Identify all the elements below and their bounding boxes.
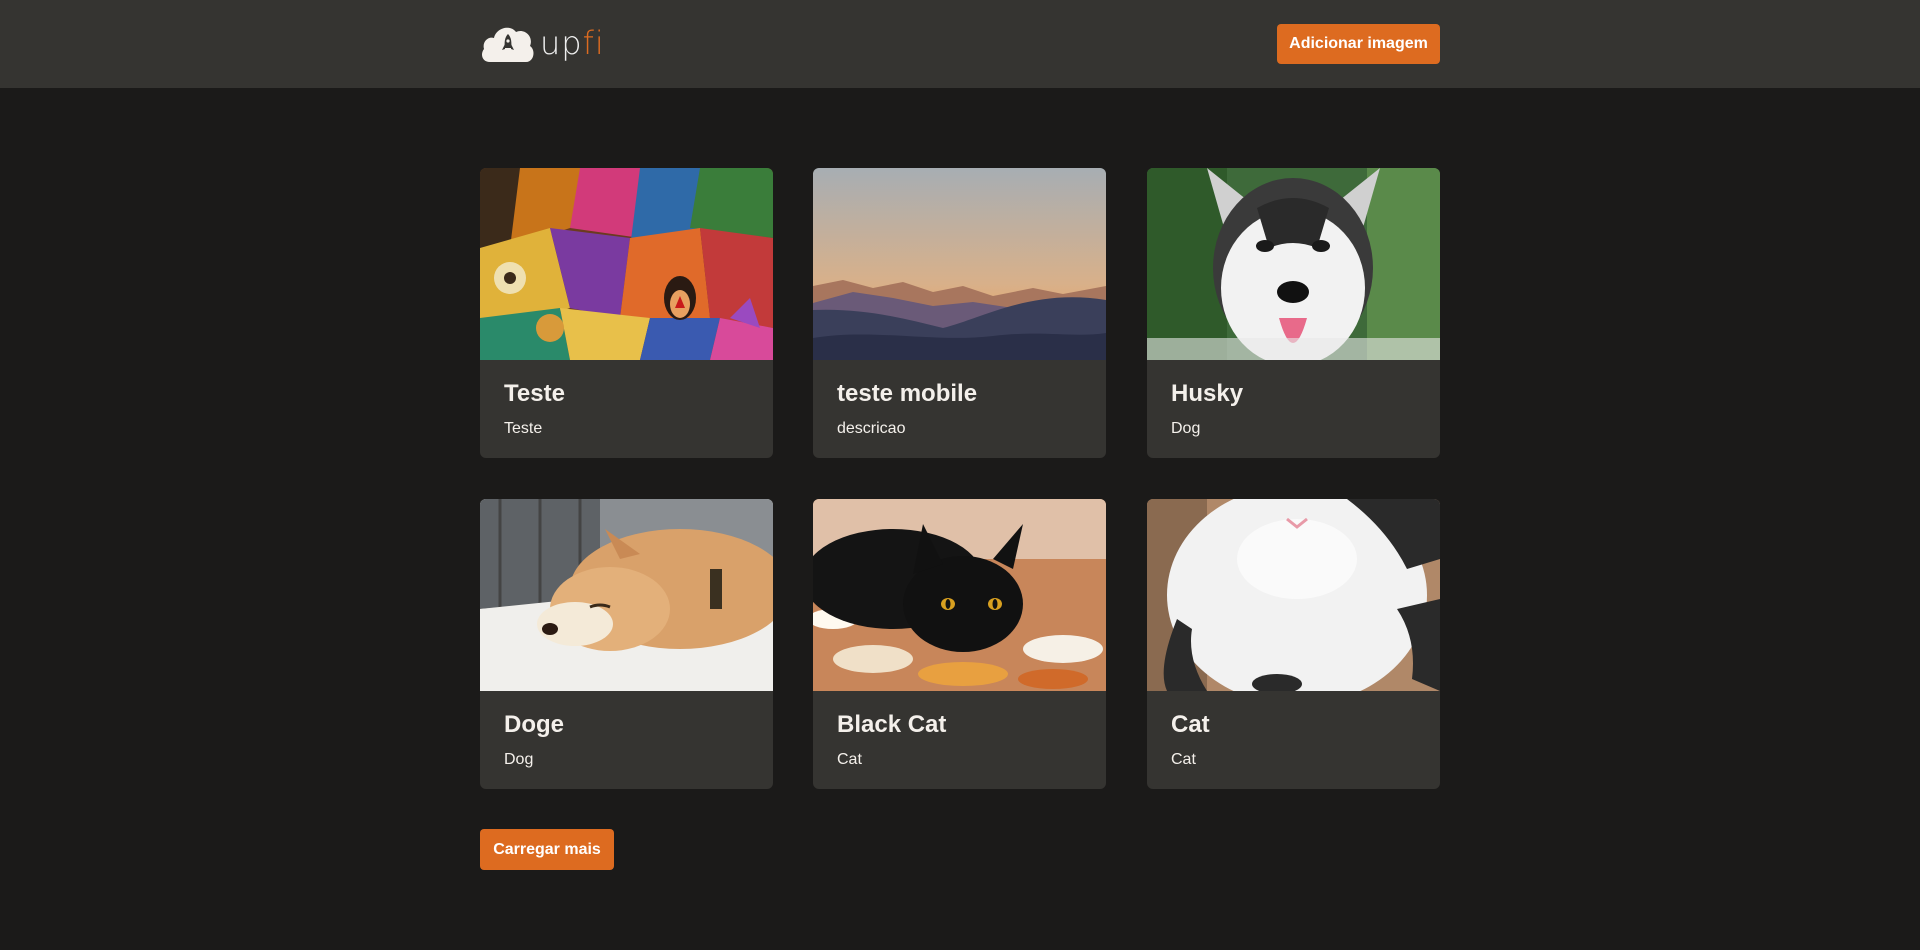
card-description: Cat: [837, 751, 862, 768]
black-cat-image[interactable]: [813, 499, 1106, 691]
card-description: Cat: [1171, 751, 1196, 768]
husky-image[interactable]: [1147, 168, 1440, 360]
image-card[interactable]: Teste Teste: [480, 168, 773, 458]
image-card[interactable]: Husky Dog: [1147, 168, 1440, 458]
card-title: Black Cat: [837, 711, 947, 738]
card-description: Dog: [504, 751, 534, 768]
logo-text-main: up: [540, 24, 583, 62]
card-title: Teste: [504, 380, 565, 407]
load-more-button[interactable]: Carregar mais: [480, 829, 614, 870]
image-card[interactable]: Black Cat Cat: [813, 499, 1106, 789]
image-card[interactable]: Cat Cat: [1147, 499, 1440, 789]
upfi-logo[interactable]: upfi: [480, 22, 605, 66]
shiba-inu-image[interactable]: [480, 499, 773, 691]
card-title: teste mobile: [837, 380, 978, 407]
logo-wordmark: upfi: [540, 24, 605, 62]
logo-text-accent: fi: [582, 24, 605, 62]
card-description: Dog: [1171, 420, 1201, 437]
card-title: Cat: [1171, 711, 1210, 738]
app-header: upfi Adicionar imagem: [0, 0, 1920, 88]
card-description: descricao: [837, 420, 906, 437]
white-cat-image[interactable]: [1147, 499, 1440, 691]
abstract-painting-image[interactable]: [480, 168, 773, 360]
image-card[interactable]: teste mobile descricao: [813, 168, 1106, 458]
image-card[interactable]: Doge Dog: [480, 499, 773, 789]
card-title: Husky: [1171, 380, 1244, 407]
rocket-cloud-icon: [482, 27, 534, 63]
add-image-button[interactable]: Adicionar imagem: [1277, 24, 1440, 64]
card-title: Doge: [504, 711, 564, 738]
mountain-sunset-image[interactable]: [813, 168, 1106, 360]
card-description: Teste: [504, 420, 543, 437]
